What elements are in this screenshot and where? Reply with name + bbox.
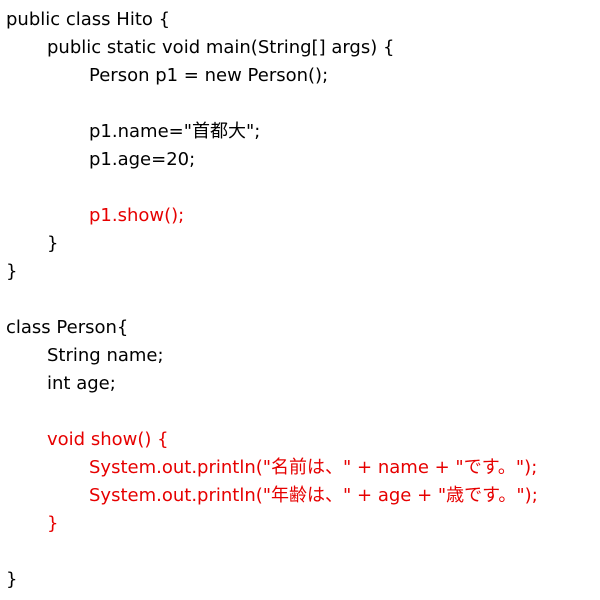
code-line-show-signature: void show() { bbox=[47, 429, 169, 450]
code-line-print-name: System.out.println("名前は、" + name + "です。"… bbox=[89, 457, 538, 478]
code-line-set-name: p1.name="首都大"; bbox=[89, 121, 261, 142]
code-line-new-person: Person p1 = new Person(); bbox=[89, 65, 329, 86]
code-block: public class Hito { public static void m… bbox=[6, 6, 596, 594]
code-line-close-person: } bbox=[6, 569, 18, 590]
code-line-class-person: class Person{ bbox=[6, 317, 129, 338]
code-line-close-show: } bbox=[47, 513, 59, 534]
code-line-close-main: } bbox=[47, 233, 59, 254]
code-line-call-show: p1.show(); bbox=[89, 205, 185, 226]
code-line-close-hito: } bbox=[6, 261, 18, 282]
code-line-field-age: int age; bbox=[47, 373, 116, 394]
code-line-field-name: String name; bbox=[47, 345, 164, 366]
code-line-class-hito: public class Hito { bbox=[6, 9, 171, 30]
code-line-set-age: p1.age=20; bbox=[89, 149, 196, 170]
code-line-print-age: System.out.println("年齢は、" + age + "歳です。"… bbox=[89, 485, 538, 506]
code-line-main-signature: public static void main(String[] args) { bbox=[47, 37, 395, 58]
